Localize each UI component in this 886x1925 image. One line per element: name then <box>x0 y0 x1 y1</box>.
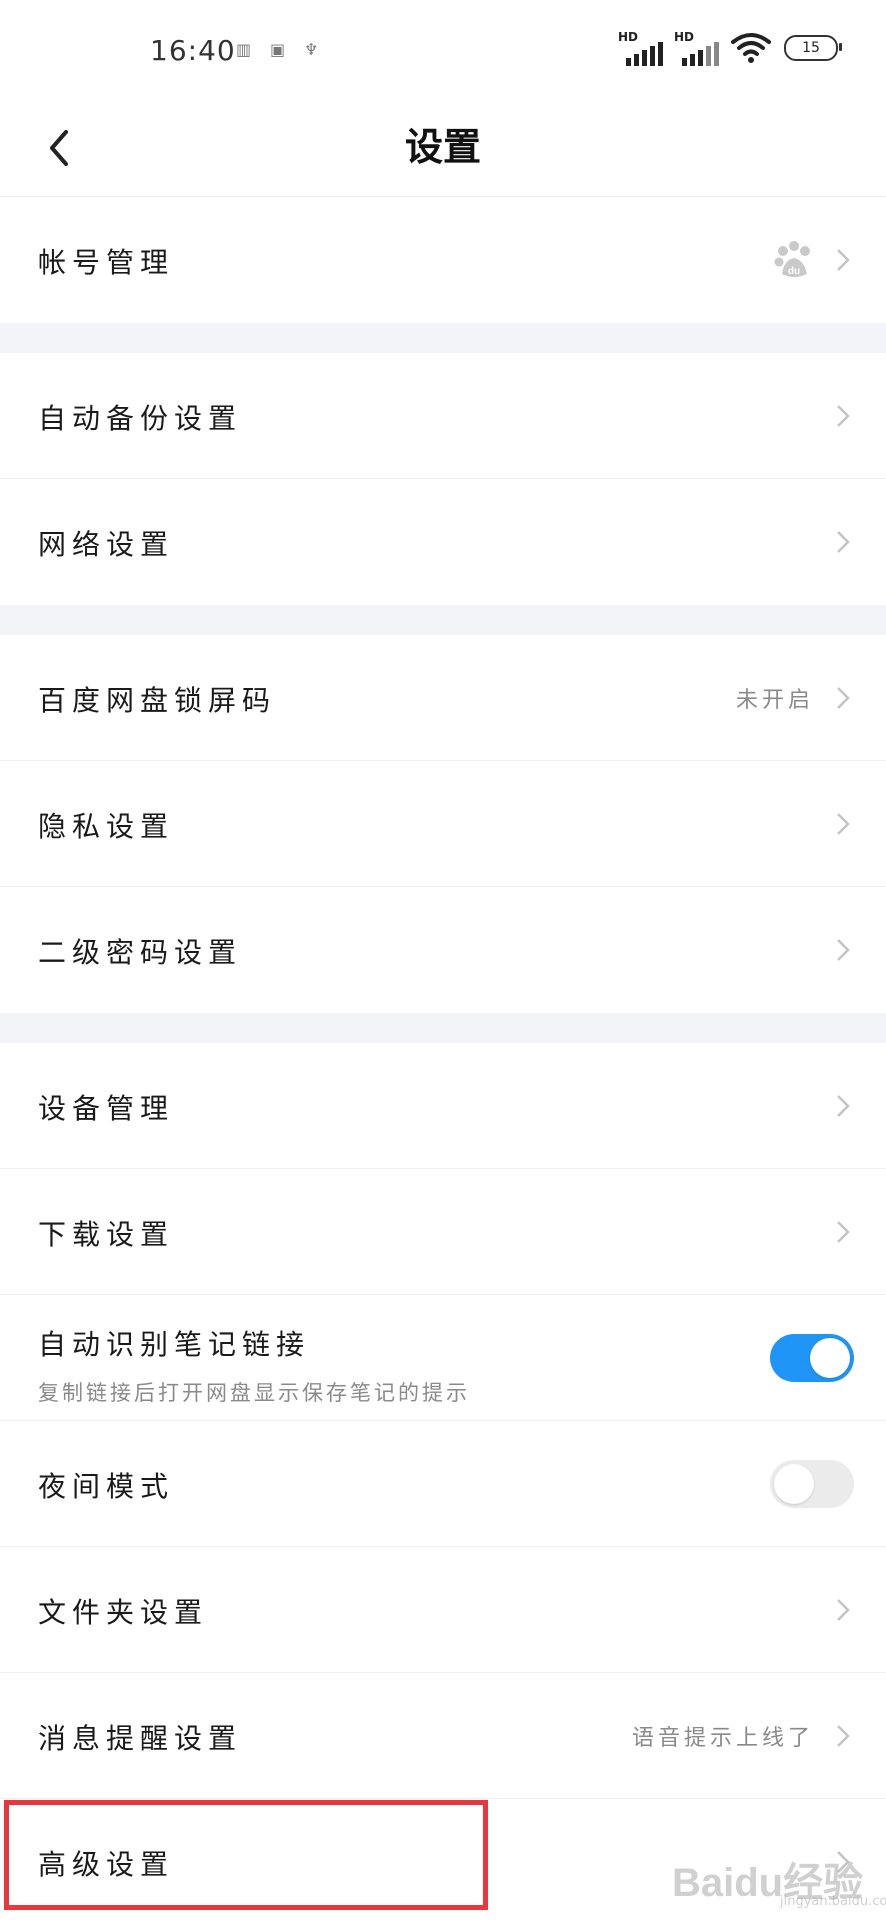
setting-folder[interactable]: 文件夹设置 <box>0 1547 886 1673</box>
setting-label: 网络设置 <box>38 528 175 561</box>
setting-network[interactable]: 网络设置 <box>0 479 886 605</box>
hd-label: HD <box>674 30 695 44</box>
wifi-icon <box>731 33 771 63</box>
setting-label: 自动识别笔记链接 <box>38 1328 311 1361</box>
svg-text:du: du <box>788 266 800 277</box>
night-mode-toggle[interactable] <box>770 1459 854 1508</box>
battery-level: 15 <box>802 40 820 56</box>
setting-label: 消息提醒设置 <box>38 1722 243 1755</box>
setting-account[interactable]: 帐号管理 du <box>0 197 886 323</box>
section-gap <box>0 1013 886 1043</box>
setting-sublabel: 复制链接后打开网盘显示保存笔记的提示 <box>38 1381 470 1405</box>
status-bar: 16:40 ▥ ▣ ♆ HD HD 15 <box>0 0 886 100</box>
header: 设置 <box>0 100 886 196</box>
setting-privacy[interactable]: 隐私设置 <box>0 761 886 887</box>
settings-list: 帐号管理 du 自动备份设置 网络设置 百度网盘锁屏码 未开启 隐私设置 二级密… <box>0 196 886 1925</box>
setting-secondary-password[interactable]: 二级密码设置 <box>0 887 886 1013</box>
status-time: 16:40 <box>150 34 236 67</box>
section-gap <box>0 323 886 353</box>
setting-device[interactable]: 设备管理 <box>0 1043 886 1169</box>
setting-label: 设备管理 <box>38 1092 175 1125</box>
chevron-right-icon <box>837 686 850 709</box>
setting-label: 高级设置 <box>38 1848 175 1881</box>
status-icons: HD HD 15 <box>618 30 842 66</box>
setting-label: 自动备份设置 <box>38 402 243 435</box>
notification-icon: ▣ <box>270 40 286 59</box>
setting-label: 夜间模式 <box>38 1470 175 1503</box>
chevron-right-icon <box>837 1724 850 1747</box>
setting-label: 文件夹设置 <box>38 1596 209 1629</box>
signal-icon: HD <box>674 30 719 66</box>
setting-download[interactable]: 下载设置 <box>0 1169 886 1295</box>
watermark: Baidu经验 jingyan.baidu.com <box>660 1820 886 1910</box>
setting-label: 下载设置 <box>38 1218 175 1251</box>
section-gap <box>0 605 886 635</box>
auto-note-link-toggle[interactable] <box>770 1333 854 1382</box>
chevron-right-icon <box>837 1220 850 1243</box>
signal-icon: HD <box>618 30 663 66</box>
setting-value: 语音提示上线了 <box>631 1725 814 1751</box>
notification-icon: ▥ <box>236 40 252 59</box>
chevron-right-icon <box>837 1598 850 1621</box>
chevron-right-icon <box>837 404 850 427</box>
page-title: 设置 <box>404 125 481 169</box>
setting-notification[interactable]: 消息提醒设置 语音提示上线了 <box>0 1673 886 1799</box>
setting-lock-code[interactable]: 百度网盘锁屏码 未开启 <box>0 635 886 761</box>
chevron-right-icon <box>837 1094 850 1117</box>
setting-auto-backup[interactable]: 自动备份设置 <box>0 353 886 479</box>
chevron-right-icon <box>837 939 850 961</box>
hd-label: HD <box>618 30 639 44</box>
setting-label: 隐私设置 <box>38 810 175 843</box>
battery-icon: 15 <box>784 35 842 61</box>
notification-icon: ♆ <box>304 40 319 59</box>
setting-label: 百度网盘锁屏码 <box>38 684 277 717</box>
chevron-right-icon <box>837 249 850 271</box>
baidu-paw-icon: du <box>774 241 810 277</box>
watermark-url: jingyan.baidu.com <box>780 1894 886 1909</box>
setting-value: 未开启 <box>735 687 814 713</box>
setting-auto-note-link: 自动识别笔记链接 复制链接后打开网盘显示保存笔记的提示 <box>0 1295 886 1421</box>
chevron-right-icon <box>837 531 850 553</box>
setting-night-mode: 夜间模式 <box>0 1421 886 1547</box>
chevron-right-icon <box>837 812 850 835</box>
setting-label: 二级密码设置 <box>38 936 243 969</box>
setting-label: 帐号管理 <box>38 246 175 279</box>
